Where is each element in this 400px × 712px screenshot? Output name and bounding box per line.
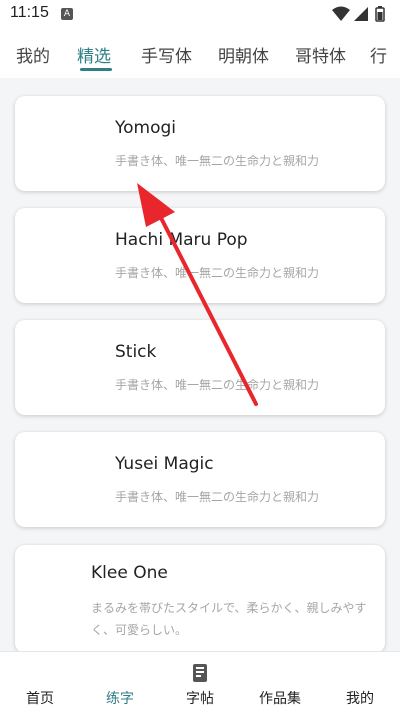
nav-practice[interactable]: 练字 bbox=[80, 652, 160, 712]
font-card-hachi-maru-pop[interactable]: Hachi Maru Pop 手書き体、唯一無二の生命力と親和力 bbox=[15, 208, 385, 303]
tab-mincho[interactable]: 明朝体 bbox=[218, 42, 269, 67]
nav-label: 作品集 bbox=[259, 691, 301, 707]
font-card-title: Klee One bbox=[91, 563, 168, 583]
wifi-icon bbox=[332, 6, 350, 21]
font-card-description: 手書き体、唯一無二の生命力と親和力 bbox=[115, 266, 320, 280]
nav-home[interactable]: 首页 bbox=[0, 652, 80, 712]
nav-portfolio[interactable]: 作品集 bbox=[240, 652, 320, 712]
font-card-yusei-magic[interactable]: Yusei Magic 手書き体、唯一無二の生命力と親和力 bbox=[15, 432, 385, 527]
font-card-list: Yomogi 手書き体、唯一無二の生命力と親和力 Hachi Maru Pop … bbox=[0, 78, 400, 651]
active-tab-indicator bbox=[80, 68, 112, 71]
font-card-title: Yomogi bbox=[115, 118, 177, 138]
nav-copybook[interactable]: 字帖 bbox=[160, 652, 240, 712]
tab-featured[interactable]: 精选 bbox=[77, 42, 111, 67]
font-card-description: まるみを帯びたスタイルで、柔らかく、親しみやすく、可愛らしい。 bbox=[91, 601, 367, 637]
font-card-description: 手書き体、唯一無二の生命力と親和力 bbox=[115, 490, 320, 504]
font-card-klee-one[interactable]: Klee One まるみを帯びたスタイルで、柔らかく、親しみやすく、可愛らしい。 bbox=[15, 545, 385, 651]
copybook-icon bbox=[193, 664, 207, 682]
tab-mine[interactable]: 我的 bbox=[16, 42, 50, 67]
font-card-description: 手書き体、唯一無二の生命力と親和力 bbox=[115, 378, 320, 392]
signal-icon bbox=[354, 7, 368, 21]
font-card-description: 手書き体、唯一無二の生命力と親和力 bbox=[115, 154, 320, 168]
tab-gothic[interactable]: 哥特体 bbox=[295, 42, 346, 67]
font-card-title: Hachi Maru Pop bbox=[115, 230, 248, 250]
font-card-yomogi[interactable]: Yomogi 手書き体、唯一無二の生命力と親和力 bbox=[15, 96, 385, 191]
nav-label: 字帖 bbox=[186, 691, 214, 707]
tab-handwriting[interactable]: 手写体 bbox=[141, 42, 192, 67]
status-time: 11:15 bbox=[10, 4, 49, 21]
status-bar: 11:15 A bbox=[0, 0, 400, 28]
nav-label: 我的 bbox=[346, 691, 374, 707]
nav-label: 首页 bbox=[26, 691, 54, 707]
status-icons bbox=[332, 5, 390, 23]
font-card-title: Yusei Magic bbox=[115, 454, 214, 474]
tab-running-script[interactable]: 行 bbox=[370, 42, 387, 67]
nav-label: 练字 bbox=[106, 691, 134, 707]
app-notification-icon: A bbox=[61, 8, 73, 20]
font-card-stick[interactable]: Stick 手書き体、唯一無二の生命力と親和力 bbox=[15, 320, 385, 415]
category-tab-bar: 我的 精选 手写体 明朝体 哥特体 行 bbox=[0, 28, 400, 78]
font-card-title: Stick bbox=[115, 342, 157, 362]
nav-mine[interactable]: 我的 bbox=[320, 652, 400, 712]
bottom-navigation: 首页 练字 字帖 作品集 我的 bbox=[0, 651, 400, 712]
battery-icon bbox=[375, 6, 385, 22]
